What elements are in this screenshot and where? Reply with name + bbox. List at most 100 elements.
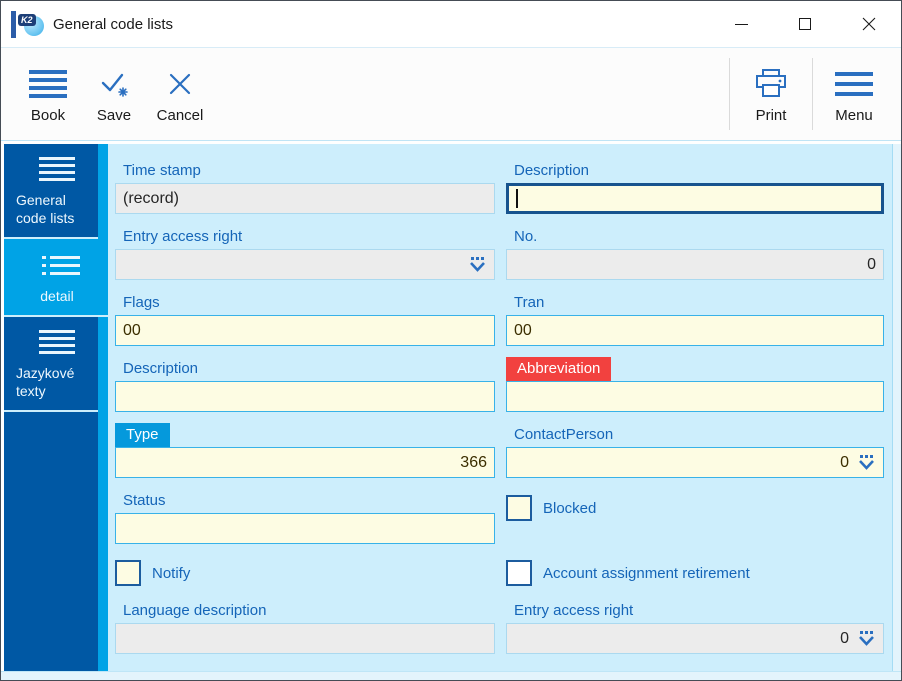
notify-checkbox[interactable] [115,560,141,586]
cancel-button[interactable]: Cancel [147,55,213,133]
no-label: No. [514,228,538,245]
no-input[interactable]: 0 [506,249,884,280]
field-entry-access-right-header: Entry access right [115,227,495,280]
blocked-checkbox[interactable] [506,495,532,521]
sidebar-item-detail[interactable]: detail [4,239,108,317]
printer-icon [756,69,786,97]
sidebar-item-jazykove-texty[interactable]: Jazykové texty [4,317,98,412]
field-description-header: Description [506,161,884,214]
sidebar-item-label: detail [40,288,74,304]
flags-input[interactable]: 00 [115,315,495,346]
type-label-highlight: Type [115,423,170,447]
book-button-label: Book [30,107,66,124]
titlebar: K2 General code lists [1,1,901,47]
contact-person-label: ContactPerson [514,426,614,443]
entry-access-right-footer-value: 0 [840,629,849,647]
status-input[interactable] [115,513,495,544]
window-footer-strip [1,671,901,680]
flags-label: Flags [123,294,160,311]
book-icon [29,70,67,98]
description-detail-input[interactable] [115,381,495,412]
notify-label: Notify [152,564,191,582]
combo-dropdown-icon[interactable] [857,630,876,647]
minimize-icon [734,23,748,25]
window-controls [709,1,901,47]
close-button[interactable] [837,1,901,47]
type-value: 366 [460,453,487,471]
toolbar: Book Save Cancel Print Menu [1,47,901,141]
entry-access-right-header-combo[interactable] [115,249,495,280]
field-status: Status [115,491,495,544]
toolbar-separator [729,58,730,130]
field-notify: Notify [115,560,190,586]
tran-input[interactable]: 00 [506,315,884,346]
maximize-button[interactable] [773,1,837,47]
field-description-detail: Description [115,359,495,412]
k2-logo-badge: K2 [18,12,44,36]
field-account-assignment-retirement: Account assignment retirement [506,560,750,586]
contact-person-value: 0 [840,453,849,471]
field-entry-access-right-footer: Entry access right 0 [506,601,884,654]
sidebar-item-label: General code lists [16,192,75,226]
abbreviation-input[interactable] [506,381,884,412]
cancel-x-icon [169,73,191,95]
detail-list-icon [42,256,82,275]
menu-icon [835,72,873,96]
k2-logo-bar [11,10,16,38]
sidebar-item-general-code-lists[interactable]: General code lists [4,144,98,239]
text-caret [516,189,518,208]
description-header-input[interactable] [506,183,884,214]
book-button[interactable]: Book [15,55,81,133]
print-button[interactable]: Print [738,55,804,133]
combo-dropdown-icon[interactable] [857,454,876,471]
k2-app-icon: K2 [11,10,44,38]
field-abbreviation: Abbreviation [506,357,884,412]
menu-lines-icon [27,157,87,181]
field-time-stamp: Time stamp (record) [115,161,495,214]
flags-value: 00 [123,321,141,339]
entry-access-right-header-label: Entry access right [123,228,243,245]
field-no: No. 0 [506,227,884,280]
type-input[interactable]: 366 [115,447,495,478]
abbreviation-label-error: Abbreviation [506,357,612,381]
cancel-button-label: Cancel [156,107,204,124]
account-assignment-retirement-checkbox[interactable] [506,560,532,586]
field-type: Type 366 [115,423,495,478]
description-detail-label: Description [123,360,199,377]
field-blocked: Blocked [506,495,596,521]
time-stamp-input[interactable]: (record) [115,183,495,214]
menu-lines-icon [27,330,87,354]
save-button-label: Save [96,107,132,124]
sidebar-accent-strip [98,144,108,671]
time-stamp-value: (record) [123,189,180,207]
language-description-input[interactable] [115,623,495,654]
window-title: General code lists [53,15,174,33]
combo-dropdown-icon[interactable] [468,256,487,273]
no-value: 0 [867,255,876,273]
save-button[interactable]: Save [81,55,147,133]
language-description-label: Language description [123,602,267,619]
save-check-icon [101,73,128,97]
sidebar-item-label: Jazykové texty [16,365,75,399]
entry-access-right-footer-label: Entry access right [514,602,634,619]
sidebar: General code lists detail Jazykové texty [4,144,108,671]
description-header-label: Description [514,162,590,179]
tran-value: 00 [514,321,532,339]
app-window: K2 General code lists Book Save Cancel P… [0,0,902,681]
field-language-description: Language description [115,601,495,654]
field-contact-person: ContactPerson 0 [506,425,884,478]
form-panel: Time stamp (record) Description Entry ac… [108,144,901,671]
menu-button[interactable]: Menu [821,55,887,133]
time-stamp-label: Time stamp [123,162,201,179]
content-area: General code lists detail Jazykové texty [1,141,901,671]
account-assignment-retirement-label: Account assignment retirement [543,564,750,582]
blocked-label: Blocked [543,499,597,517]
entry-access-right-footer-combo[interactable]: 0 [506,623,884,654]
status-label: Status [123,492,166,509]
field-flags: Flags 00 [115,293,495,346]
contact-person-combo[interactable]: 0 [506,447,884,478]
print-button-label: Print [755,107,787,124]
field-tran: Tran 00 [506,293,884,346]
toolbar-separator [812,58,813,130]
minimize-button[interactable] [709,1,773,47]
